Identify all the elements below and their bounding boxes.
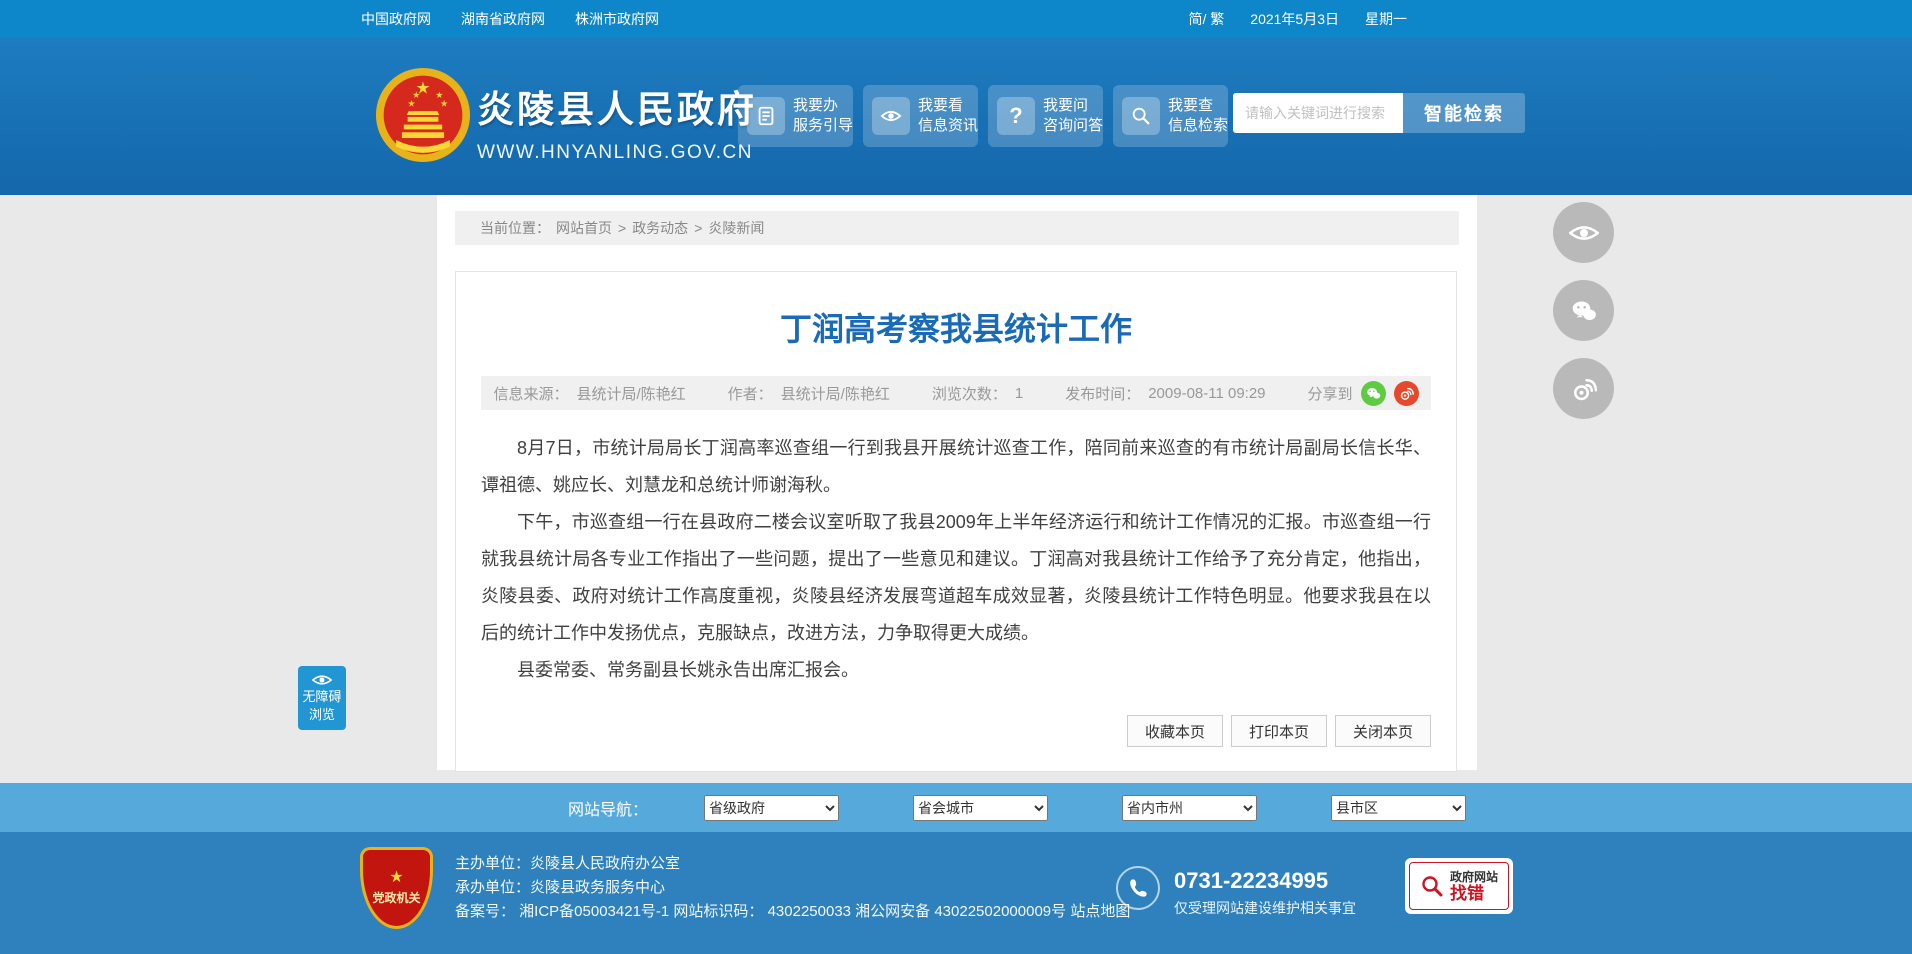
lang-toggle[interactable]: 简/ 繁 — [1189, 9, 1225, 29]
footer-phone-number: 0731-22234995 — [1174, 868, 1329, 893]
quick-button-label: 我要看 信息资讯 — [918, 97, 979, 134]
site-nav-row: 网站导航： 省级政府 省会城市 省内市州 县市区 — [0, 783, 1912, 832]
footer-organizer-line: 承办单位：炎陵县政务服务中心 — [455, 879, 666, 896]
question-icon: ? — [997, 97, 1035, 135]
site-header: 炎陵县人民政府 WWW.HNYANLING.GOV.CN 我要办 服务引导 我要看… — [0, 37, 1912, 195]
wechat-icon[interactable] — [1360, 380, 1386, 406]
article: 丁润高考察我县统计工作 信息来源： 县统计局/陈艳红 作者： 县统计局/陈艳红 … — [455, 271, 1457, 772]
site-url: WWW.HNYANLING.GOV.CN — [477, 142, 753, 163]
meta-publish-label: 发布时间： — [1065, 385, 1141, 403]
site-title-block: 炎陵县人民政府 WWW.HNYANLING.GOV.CN — [477, 79, 757, 164]
party-gov-shield-icon: ★ 党政机关 — [360, 847, 433, 929]
accessibility-browse-button[interactable]: 无障碍 浏览 — [298, 666, 346, 730]
date-text: 2021年5月3日 — [1250, 10, 1339, 27]
topbar-link-zhuzhou-gov[interactable]: 株洲市政府网 — [575, 9, 659, 29]
article-actions: 收藏本页 打印本页 关闭本页 — [481, 715, 1431, 747]
meta-source-value: 县统计局/陈艳红 — [576, 385, 686, 403]
breadcrumb-item-news[interactable]: 炎陵新闻 — [708, 218, 764, 238]
select-capital-cities[interactable]: 省会城市 — [913, 794, 1049, 821]
smart-search-button[interactable]: 智能检索 — [1403, 93, 1525, 133]
view-toggle-button[interactable] — [1553, 202, 1614, 263]
gov-site-error-report-badge[interactable]: 政府网站 找错 — [1405, 858, 1513, 914]
accessibility-label-1: 无障碍 — [302, 689, 342, 704]
meta-publish-value: 2009-08-11 09:29 — [1148, 384, 1266, 402]
quick-button-kan[interactable]: 我要看 信息资讯 — [863, 85, 978, 147]
eye-icon — [872, 97, 910, 135]
select-provincial-gov[interactable]: 省级政府 — [704, 794, 840, 821]
favorite-page-button[interactable]: 收藏本页 — [1127, 715, 1223, 747]
breadcrumb-separator: > — [618, 220, 627, 236]
accessibility-label-2: 浏览 — [308, 707, 335, 722]
quick-button-cha[interactable]: 我要查 信息检索 — [1113, 85, 1228, 147]
meta-source-label: 信息来源： — [493, 385, 569, 403]
article-paragraph: 县委常委、常务副县长姚永告出席汇报会。 — [517, 660, 859, 680]
breadcrumb-item-home[interactable]: 网站首页 — [556, 218, 612, 238]
quick-button-label: 我要查 信息检索 — [1168, 97, 1229, 134]
weekday-text: 星期一 — [1365, 10, 1407, 27]
eye-icon — [312, 675, 332, 685]
meta-views-value: 1 — [1014, 384, 1024, 402]
breadcrumb-separator: > — [694, 220, 703, 236]
meta-share-label: 分享到 — [1307, 385, 1353, 403]
weibo-icon — [1573, 378, 1597, 400]
wechat-icon — [1572, 301, 1596, 320]
footer-icp-line: 备案号： 湘ICP备05003421号-1 网站标识码： 4302250033 … — [455, 903, 1131, 920]
shield-label: 党政机关 — [372, 890, 421, 905]
breadcrumb-label: 当前位置： — [480, 220, 550, 236]
weibo-icon[interactable] — [1393, 380, 1419, 406]
topbar-link-hunan-gov[interactable]: 湖南省政府网 — [461, 9, 545, 29]
breadcrumb: 当前位置： 网站首页 > 政务动态 > 炎陵新闻 — [455, 211, 1459, 245]
main-content: 当前位置： 网站首页 > 政务动态 > 炎陵新闻 丁润高考察我县统计工作 信息来… — [437, 195, 1477, 772]
national-emblem-icon — [375, 67, 471, 163]
select-counties[interactable]: 县市区 — [1331, 794, 1467, 821]
site-title: 炎陵县人民政府 — [477, 89, 757, 130]
footer-host-line: 主办单位：炎陵县人民政府办公室 — [455, 855, 681, 872]
print-page-button[interactable]: 打印本页 — [1231, 715, 1327, 747]
meta-author-label: 作者： — [727, 385, 773, 403]
search-input[interactable] — [1233, 93, 1403, 133]
error-badge-text: 政府网站 找错 — [1449, 869, 1498, 903]
quick-button-label: 我要办 服务引导 — [793, 97, 854, 134]
wechat-share-button[interactable] — [1553, 280, 1614, 341]
sitenav-label: 网站导航： — [568, 801, 649, 819]
close-page-button[interactable]: 关闭本页 — [1335, 715, 1431, 747]
topbar-right: 简/ 繁 2021年5月3日 星期一 — [1189, 9, 1408, 29]
article-paragraph: 下午，市巡查组一行在县政府二楼会议室听取了我县2009年上半年经济运行和统计工作… — [481, 512, 1431, 643]
footer-info: 主办单位：炎陵县人民政府办公室 承办单位：炎陵县政务服务中心 备案号： 湘ICP… — [455, 852, 1130, 924]
footer-phone-note: 仅受理网站建设维护相关事宜 — [1174, 900, 1356, 916]
quick-button-wen[interactable]: ? 我要问 咨询问答 — [988, 85, 1103, 147]
quick-buttons: 我要办 服务引导 我要看 信息资讯 ? 我要问 咨询问答 我要查 信息检索 — [738, 85, 1228, 147]
quick-button-label: 我要问 咨询问答 — [1043, 97, 1104, 134]
error-badge-inner: 政府网站 找错 — [1409, 862, 1509, 910]
weibo-share-button[interactable] — [1553, 358, 1614, 419]
sitemap-link[interactable]: 站点地图 — [1070, 903, 1130, 920]
page: 中国政府网 湖南省政府网 株洲市政府网 简/ 繁 2021年5月3日 星期一 炎 — [0, 0, 1912, 954]
quick-button-banshi[interactable]: 我要办 服务引导 — [738, 85, 853, 147]
error-magnifier-icon — [1422, 876, 1443, 897]
document-icon — [747, 97, 785, 135]
topbar-link-china-gov[interactable]: 中国政府网 — [361, 9, 431, 29]
topbar-links: 中国政府网 湖南省政府网 株洲市政府网 — [361, 9, 659, 29]
article-meta: 信息来源： 县统计局/陈艳红 作者： 县统计局/陈艳红 浏览次数： 1 发布时间… — [481, 376, 1431, 410]
search-icon — [1122, 97, 1160, 135]
top-bar: 中国政府网 湖南省政府网 株洲市政府网 简/ 繁 2021年5月3日 星期一 — [0, 0, 1912, 37]
search-box: 智能检索 — [1233, 93, 1525, 133]
meta-views-label: 浏览次数： — [931, 385, 1007, 403]
article-title: 丁润高考察我县统计工作 — [779, 311, 1132, 347]
select-province-cities[interactable]: 省内市州 — [1122, 794, 1258, 821]
phone-icon — [1116, 866, 1160, 910]
footer: ★ 党政机关 主办单位：炎陵县人民政府办公室 承办单位：炎陵县政务服务中心 备案… — [0, 832, 1912, 954]
article-paragraph: 8月7日，市统计局局长丁润高率巡查组一行到我县开展统计巡查工作，陪同前来巡查的有… — [481, 438, 1431, 495]
article-body: 8月7日，市统计局局长丁润高率巡查组一行到我县开展统计巡查工作，陪同前来巡查的有… — [481, 430, 1431, 689]
meta-author-value: 县统计局/陈艳红 — [780, 385, 890, 403]
breadcrumb-item-zhengwu[interactable]: 政务动态 — [632, 218, 688, 238]
star-icon: ★ — [389, 868, 404, 886]
eye-icon — [1568, 225, 1599, 240]
